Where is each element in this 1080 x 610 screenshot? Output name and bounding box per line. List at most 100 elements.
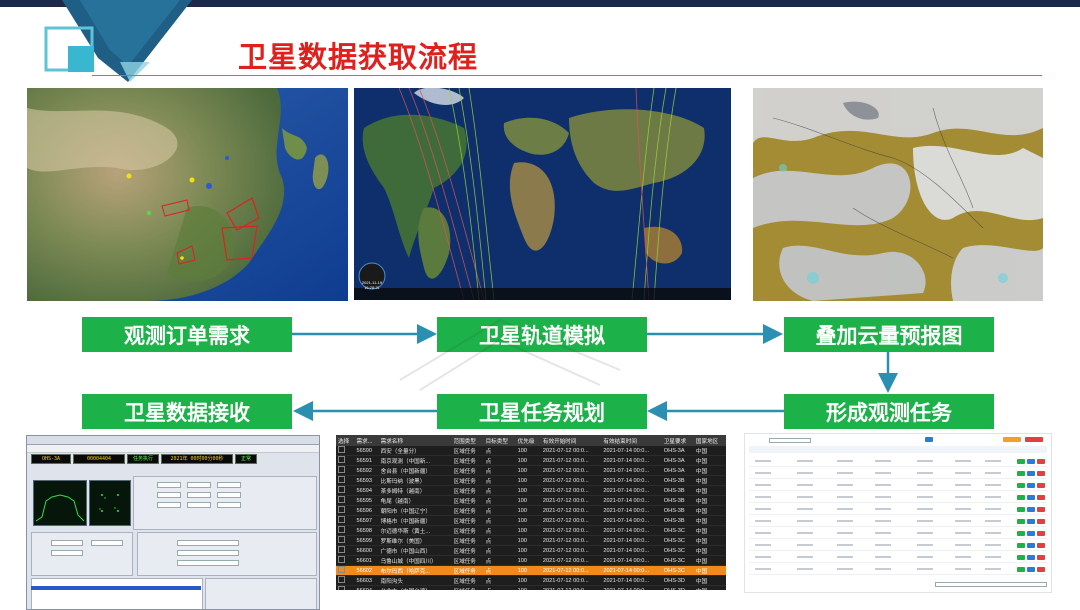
row-action-button[interactable] [1037,459,1045,464]
param-field[interactable] [217,492,241,498]
checkbox-icon[interactable] [338,456,345,463]
list-item[interactable] [749,526,1047,527]
param-field[interactable] [187,482,211,488]
row-action-button[interactable] [1017,471,1025,476]
task-table-col[interactable]: 有效结束时间 [601,435,662,446]
row-action-button[interactable] [1027,531,1035,536]
table-row[interactable]: 56604台北市（中国台湾）区域任务点1002021-07-12 00:0...… [336,585,726,590]
list-item[interactable] [749,514,1047,515]
table-row[interactable]: 56593 比斯玛纳（波黑） 区域任务点 100 2021-07-12 00:0... 2… [336,475,726,486]
row-action-button[interactable] [1017,531,1025,536]
row-action-button[interactable] [1027,567,1035,572]
table-row[interactable]: 56590 西安（全量分） 区域任务点 100 2021-07-12 00:0... 20… [336,446,726,456]
checkbox-icon[interactable] [338,526,345,533]
param-field[interactable] [157,502,181,508]
checkbox-icon[interactable] [338,566,345,573]
config-field[interactable] [177,550,239,556]
checkbox-icon[interactable] [338,516,345,523]
list-item[interactable] [749,562,1047,563]
row-action-button[interactable] [1037,555,1045,560]
list-item[interactable] [749,502,1047,503]
row-action-button[interactable] [1037,531,1045,536]
row-action-button[interactable] [1027,459,1035,464]
row-action-button[interactable] [1027,543,1035,548]
tl-add-button[interactable] [1003,437,1021,442]
config-field[interactable] [51,550,83,556]
row-checkbox[interactable] [336,545,355,556]
param-field[interactable] [187,502,211,508]
row-checkbox[interactable] [336,475,355,486]
row-checkbox[interactable] [336,575,355,586]
row-action-button[interactable] [1017,459,1025,464]
config-field[interactable] [91,540,123,546]
table-row[interactable]: 56600 广德市（中国山西） 区域任务点 100 2021-07-12 00:0...… [336,545,726,556]
row-checkbox[interactable] [336,585,355,590]
row-checkbox[interactable] [336,446,355,456]
row-checkbox[interactable] [336,495,355,506]
row-action-button[interactable] [1037,543,1045,548]
list-item[interactable] [749,550,1047,551]
table-row[interactable]: 56592 舍台县（中国新疆） 区域任务点 100 2021-07-12 00:0...… [336,465,726,476]
tl-delete-button[interactable] [1025,437,1043,442]
row-action-button[interactable] [1027,519,1035,524]
row-checkbox[interactable] [336,535,355,546]
row-action-button[interactable] [1017,567,1025,572]
table-row[interactable]: 56591 南京观测（中国新... 区域任务点 100 2021-07-12 00:0.… [336,455,726,466]
checkbox-icon[interactable] [338,486,345,493]
checkbox-icon[interactable] [338,586,345,590]
row-action-button[interactable] [1017,495,1025,500]
tl-search-field[interactable] [769,438,811,443]
row-checkbox[interactable] [336,455,355,466]
checkbox-icon[interactable] [338,506,345,513]
tl-search-button[interactable] [925,437,933,442]
task-table-col[interactable]: 范围类型 [451,435,484,446]
row-action-button[interactable] [1027,495,1035,500]
row-action-button[interactable] [1037,495,1045,500]
task-table-col[interactable]: 目标类型 [483,435,516,446]
list-item[interactable] [749,466,1047,467]
row-action-button[interactable] [1037,507,1045,512]
task-table-col[interactable]: 优先级 [515,435,541,446]
task-table-col[interactable]: 有效开始时间 [540,435,602,446]
row-action-button[interactable] [1027,483,1035,488]
row-action-button[interactable] [1027,555,1035,560]
row-action-button[interactable] [1037,519,1045,524]
row-checkbox[interactable] [336,515,355,526]
row-action-button[interactable] [1037,483,1045,488]
tl-pagination[interactable] [935,582,1047,587]
table-row[interactable]: 56598 尔迈德华斯（黄土... 区域任务点 100 2021-07-12 00:0.… [336,525,726,536]
row-action-button[interactable] [1037,567,1045,572]
param-field[interactable] [217,482,241,488]
table-row[interactable]: 56601 乌鲁山城（中国四川） 区域任务点 100 2021-07-12 00:0..… [336,555,726,566]
row-checkbox[interactable] [336,465,355,476]
row-action-button[interactable] [1027,471,1035,476]
row-action-button[interactable] [1017,507,1025,512]
config-field[interactable] [177,560,239,566]
config-field[interactable] [177,540,239,546]
param-field[interactable] [157,482,181,488]
row-checkbox[interactable] [336,525,355,536]
row-checkbox[interactable] [336,565,355,576]
table-row[interactable]: 56594 茶多姆特（越南） 区域任务点 100 2021-07-12 00:0... 2… [336,485,726,496]
param-field[interactable] [217,502,241,508]
task-table-col[interactable]: 国家地区 [693,435,726,446]
list-item[interactable] [749,478,1047,479]
row-action-button[interactable] [1017,555,1025,560]
row-action-button[interactable] [1017,483,1025,488]
row-action-button[interactable] [1017,543,1025,548]
task-table-col[interactable]: 需求名称 [378,435,452,446]
table-row[interactable]: 56599 罗斯维尔（美国） 区域任务点 100 2021-07-12 00:0... 2… [336,535,726,546]
row-action-button[interactable] [1017,519,1025,524]
checkbox-icon[interactable] [338,476,345,483]
table-row[interactable]: 56602 布尔玛西（哈萨克... 区域任务点 100 2021-07-12 00:0.… [336,565,726,576]
task-table-col[interactable]: 选择 [336,435,355,446]
row-checkbox[interactable] [336,485,355,496]
row-checkbox[interactable] [336,505,355,516]
task-table-col[interactable]: 需求... [354,435,379,446]
param-field[interactable] [187,492,211,498]
table-row[interactable]: 56597 博格市（中国新疆） 区域任务点 100 2021-07-12 00:0...… [336,515,726,526]
list-item[interactable] [749,490,1047,491]
param-field[interactable] [157,492,181,498]
list-item[interactable] [749,574,1047,575]
table-row[interactable]: 56596 朝阳市（中国辽宁） 区域任务点 100 2021-07-12 00:0...… [336,505,726,516]
